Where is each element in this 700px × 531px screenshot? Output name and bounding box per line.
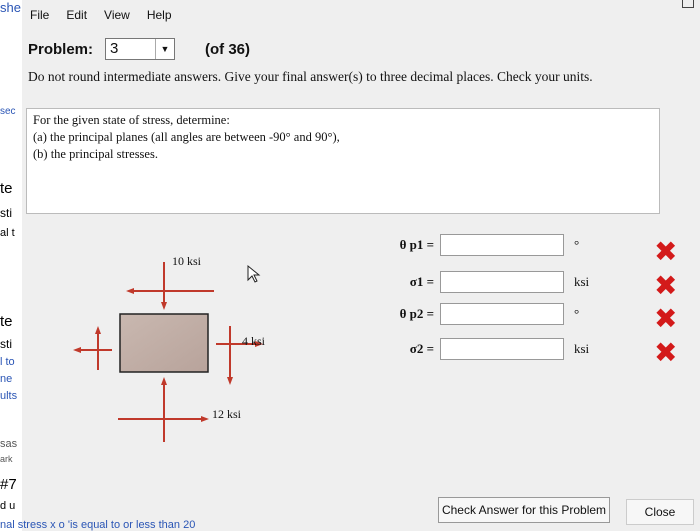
background-fragment: sas [0, 438, 18, 450]
stress-element [119, 313, 209, 373]
answer-unit: ° [574, 237, 580, 252]
answer-unit: ksi [574, 274, 590, 289]
theta-p1-input[interactable] [440, 234, 564, 256]
menu-file[interactable]: File [30, 8, 49, 26]
background-fragment: sti [0, 337, 12, 351]
background-fragment: te [0, 313, 13, 330]
background-fragment: te [0, 180, 13, 197]
check-answer-button[interactable]: Check Answer for this Problem [438, 497, 610, 523]
answer-row-sigma2: σ2 = ksi [364, 338, 589, 360]
menu-view[interactable]: View [104, 8, 130, 26]
problem-number-select[interactable]: 3 ▼ [105, 38, 176, 60]
close-button[interactable]: Close [626, 499, 694, 525]
menu-edit[interactable]: Edit [66, 8, 87, 26]
problem-window: File Edit View Help Problem: 3 ▼ (of 36)… [22, 0, 700, 531]
answer-unit: ° [574, 306, 580, 321]
stress-element-diagram: 10 ksi 4 ksi 12 ksi [73, 254, 266, 442]
menu-help[interactable]: Help [147, 8, 172, 26]
answer-label: σ1 = [409, 274, 434, 289]
menu-bar: File Edit View Help [30, 8, 189, 26]
incorrect-x-icon: ✖ [654, 336, 678, 369]
problem-statement: For the given state of stress, determine… [26, 108, 660, 214]
statement-part-b: (b) the principal stresses. [33, 147, 158, 161]
stress-label-bottom: 12 ksi [212, 407, 242, 421]
theta-p2-input[interactable] [440, 303, 564, 325]
background-fragment: nal stress x o 'is equal to or less than… [0, 519, 196, 531]
problem-count: (of 36) [205, 40, 251, 58]
answer-row-sigma1: σ1 = ksi [364, 271, 589, 293]
chevron-down-icon[interactable]: ▼ [155, 39, 174, 59]
background-fragment: sec [0, 106, 16, 117]
answer-unit: ksi [574, 341, 590, 356]
sigma2-input[interactable] [440, 338, 564, 360]
stress-label-top: 10 ksi [172, 254, 202, 268]
instructions-text: Do not round intermediate answers. Give … [28, 69, 593, 84]
answer-label: θ p1 = [399, 237, 434, 252]
incorrect-x-icon: ✖ [654, 302, 678, 335]
answer-label: σ2 = [409, 341, 434, 356]
statement-part-a: (a) the principal planes (all angles are… [33, 130, 340, 144]
answer-row-theta-p2: θ p2 = ° [364, 303, 579, 325]
mouse-cursor-icon [247, 264, 261, 283]
background-fragment: #7 [0, 476, 17, 493]
sigma1-input[interactable] [440, 271, 564, 293]
background-fragment: d u [0, 500, 16, 512]
background-fragment: ults [0, 390, 18, 402]
problem-selector-row: Problem: 3 ▼ (of 36) [28, 38, 250, 60]
background-fragment: l to [0, 356, 15, 368]
incorrect-x-icon: ✖ [654, 269, 678, 302]
background-fragment: ne [0, 373, 13, 385]
problem-label: Problem: [28, 40, 94, 58]
window-close-icon[interactable] [682, 0, 694, 8]
background-window-strip: she sec te sti al t te sti l to ne ults … [0, 0, 22, 531]
statement-intro: For the given state of stress, determine… [33, 113, 230, 127]
background-fragment: sti [0, 206, 12, 220]
background-fragment: ark [0, 454, 13, 464]
incorrect-x-icon: ✖ [654, 235, 678, 268]
answer-row-theta-p1: θ p1 = ° [364, 234, 579, 256]
background-fragment: al t [0, 227, 15, 239]
problem-number-value: 3 [110, 40, 119, 57]
answer-label: θ p2 = [399, 306, 434, 321]
background-fragment: she [0, 0, 21, 15]
stress-label-right: 4 ksi [242, 334, 266, 348]
